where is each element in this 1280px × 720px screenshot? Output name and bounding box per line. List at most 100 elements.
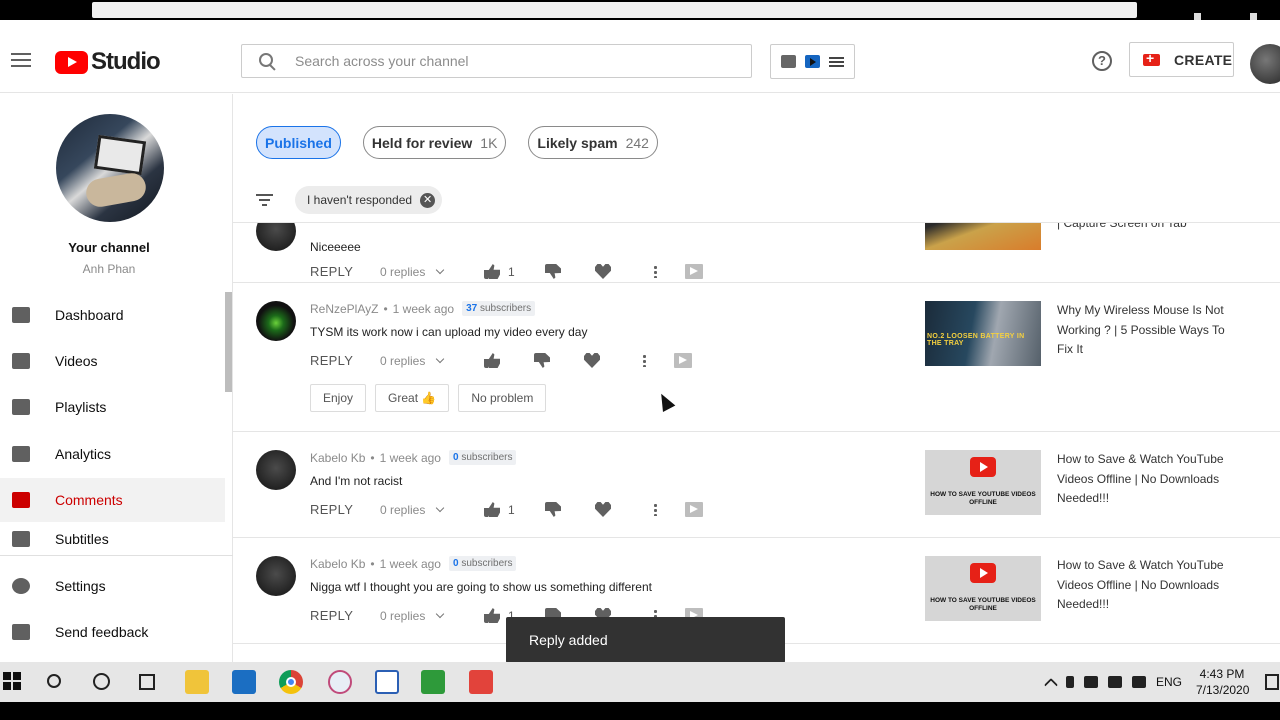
more-options-icon[interactable] — [654, 503, 657, 516]
replies-toggle[interactable]: 0 replies — [380, 354, 484, 368]
subscriber-count: 37 — [466, 303, 478, 314]
account-avatar[interactable] — [1250, 44, 1280, 84]
analytics-view-icon[interactable] — [781, 55, 797, 68]
video-title[interactable]: | Capture Screen on Tab — [1057, 223, 1227, 234]
chevron-down-icon — [436, 265, 445, 274]
thumbs-up-icon[interactable] — [484, 353, 500, 368]
search-input[interactable] — [295, 53, 715, 69]
sidebar-item-comments[interactable]: Comments — [0, 478, 225, 522]
thumbs-up-icon[interactable] — [484, 502, 500, 517]
window-close-icon[interactable] — [1250, 13, 1257, 20]
notifications-icon[interactable] — [1265, 674, 1279, 690]
file-explorer-icon[interactable] — [185, 670, 209, 694]
channel-avatar[interactable] — [56, 114, 164, 222]
menu-icon[interactable] — [11, 53, 31, 71]
suggested-reply-great[interactable]: Great 👍 — [375, 384, 450, 412]
reply-button[interactable]: REPLY — [310, 264, 380, 279]
chrome-icon[interactable] — [279, 670, 303, 694]
video-thumbnail[interactable]: NO.2 LOOSEN BATTERY IN THE TRAY — [925, 301, 1041, 366]
language-indicator[interactable]: ENG — [1156, 675, 1182, 689]
commenter-avatar[interactable] — [256, 450, 296, 490]
thumbs-down-icon[interactable] — [545, 502, 561, 517]
thumbs-down-icon[interactable] — [545, 264, 561, 279]
help-icon[interactable]: ? — [1092, 51, 1112, 71]
comment-meta: Kabelo Kb • 1 week ago 0 subscribers — [310, 450, 517, 465]
sidebar-item-settings[interactable]: Settings — [0, 564, 225, 608]
battery-icon[interactable] — [1084, 676, 1098, 688]
replies-toggle[interactable]: 0 replies — [380, 265, 484, 279]
comment-author[interactable]: Kabelo Kb — [310, 451, 365, 465]
sidebar-item-playlists[interactable]: Playlists — [0, 385, 225, 429]
commenter-avatar[interactable] — [256, 223, 296, 251]
commenter-avatar[interactable] — [256, 301, 296, 341]
windows-start-icon[interactable] — [3, 672, 23, 692]
sidebar-item-subtitles[interactable]: Subtitles — [0, 524, 225, 554]
heart-icon[interactable] — [595, 264, 611, 279]
filter-icon[interactable] — [256, 194, 273, 206]
window-minimize-icon[interactable] — [1194, 13, 1201, 20]
channel-search[interactable] — [241, 44, 752, 78]
suggested-reply-no-problem[interactable]: No problem — [458, 384, 547, 412]
chevron-up-icon[interactable] — [1043, 677, 1059, 693]
studio-logo[interactable]: Studio — [55, 48, 161, 76]
more-options-icon[interactable] — [643, 354, 646, 367]
commenter-avatar[interactable] — [256, 556, 296, 596]
chevron-down-icon — [436, 503, 445, 512]
microphone-icon[interactable] — [1066, 676, 1074, 688]
camtasia-red-icon[interactable] — [469, 670, 493, 694]
reply-button[interactable]: REPLY — [310, 608, 380, 623]
comment-row: Niceeeee REPLY 0 replies 1 | Capture Scr… — [233, 223, 1280, 283]
thumbs-up-icon[interactable] — [484, 608, 500, 623]
clear-filter-icon[interactable]: ✕ — [420, 192, 436, 208]
comment-author[interactable]: ReNzePlAyZ — [310, 302, 378, 316]
filter-chip-not-responded[interactable]: I haven't responded ✕ — [295, 186, 443, 214]
task-view-icon[interactable] — [139, 674, 155, 690]
cortana-icon[interactable] — [93, 673, 110, 690]
video-title[interactable]: How to Save & Watch YouTube Videos Offli… — [1057, 556, 1227, 615]
mail-icon[interactable] — [232, 670, 256, 694]
list-view-icon[interactable] — [828, 56, 844, 67]
sidebar-item-dashboard[interactable]: Dashboard — [0, 293, 225, 337]
camtasia-green-icon[interactable] — [421, 670, 445, 694]
video-link-icon[interactable] — [685, 502, 703, 517]
volume-icon[interactable] — [1132, 676, 1146, 688]
channel-title: Your channel — [68, 240, 150, 255]
video-thumbnail[interactable]: HOW TO SAVE YOUTUBE VIDEOS OFFLINE — [925, 450, 1041, 515]
tab-held-for-review[interactable]: Held for review 1K — [362, 126, 507, 159]
replies-toggle[interactable]: 0 replies — [380, 503, 484, 517]
tab-likely-spam[interactable]: Likely spam 242 — [528, 126, 658, 159]
sidebar-item-videos[interactable]: Videos — [0, 339, 225, 383]
create-button[interactable]: CREATE — [1129, 42, 1234, 77]
comment-time: 1 week ago — [379, 556, 441, 571]
heart-icon[interactable] — [595, 502, 611, 517]
document-icon[interactable] — [375, 670, 399, 694]
reply-button[interactable]: REPLY — [310, 353, 380, 368]
video-link-icon[interactable] — [685, 264, 703, 279]
sidebar-item-analytics[interactable]: Analytics — [0, 432, 225, 476]
more-options-icon[interactable] — [654, 265, 657, 278]
paint-icon[interactable] — [328, 670, 352, 694]
video-title[interactable]: How to Save & Watch YouTube Videos Offli… — [1057, 450, 1227, 509]
comment-text: Niceeeee — [310, 240, 361, 254]
thumbs-up-icon[interactable] — [484, 264, 500, 279]
video-title[interactable]: Why My Wireless Mouse Is Not Working ? |… — [1057, 301, 1227, 360]
video-thumbnail[interactable] — [925, 223, 1041, 250]
search-icon[interactable] — [47, 674, 61, 688]
gear-icon — [12, 578, 30, 594]
video-link-icon[interactable] — [674, 353, 692, 368]
video-thumbnail[interactable]: HOW TO SAVE YOUTUBE VIDEOS OFFLINE — [925, 556, 1041, 621]
sidebar-scrollbar[interactable] — [225, 292, 232, 392]
browser-address-bar[interactable] — [92, 2, 1137, 18]
wifi-icon[interactable] — [1108, 676, 1122, 688]
video-view-icon[interactable] — [804, 55, 820, 68]
sidebar-item-send-feedback[interactable]: Send feedback — [0, 610, 225, 654]
sidebar-item-label: Send feedback — [55, 624, 149, 640]
heart-icon[interactable] — [584, 353, 600, 368]
thumbs-down-icon[interactable] — [534, 353, 550, 368]
tab-published[interactable]: Published — [256, 126, 341, 159]
suggested-reply-enjoy[interactable]: Enjoy — [310, 384, 367, 412]
reply-button[interactable]: REPLY — [310, 502, 380, 517]
replies-toggle[interactable]: 0 replies — [380, 609, 484, 623]
taskbar-clock[interactable]: 4:43 PM 7/13/2020 — [1196, 666, 1249, 698]
comment-author[interactable]: Kabelo Kb — [310, 557, 365, 571]
